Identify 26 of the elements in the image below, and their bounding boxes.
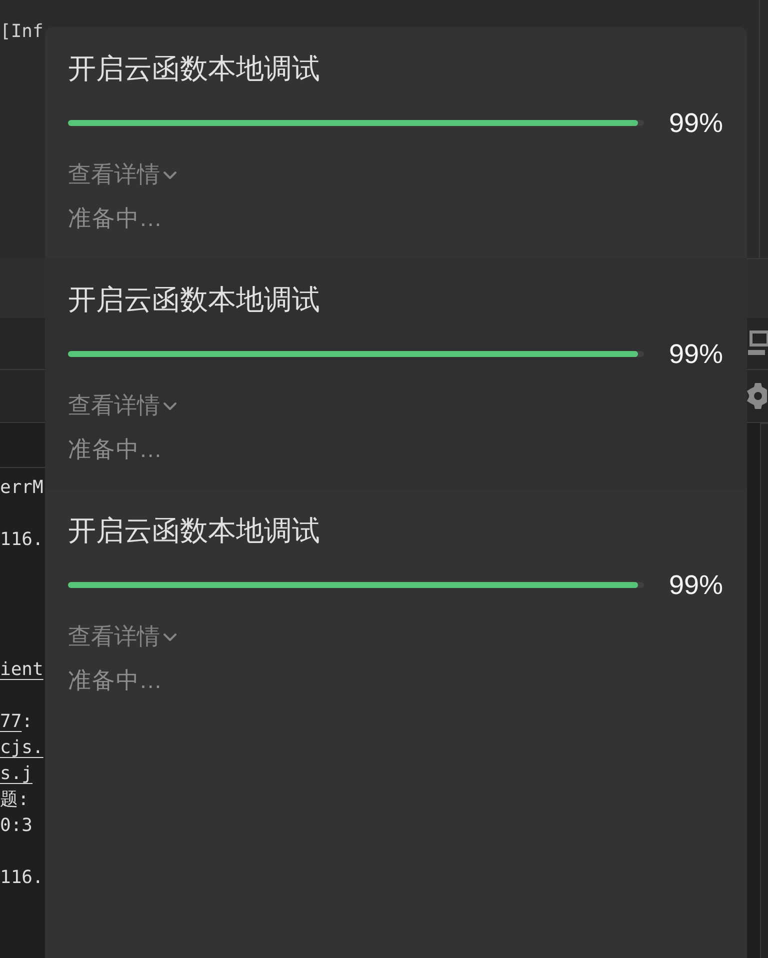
task-status: 准备中... xyxy=(68,666,162,695)
console-text: 116. xyxy=(0,528,44,552)
code-line: [Inf xyxy=(0,20,44,44)
task-status: 准备中... xyxy=(68,204,162,233)
file-link[interactable]: ient xyxy=(0,657,44,683)
details-toggle[interactable]: 查看详情 xyxy=(68,389,177,421)
file-link[interactable]: 77 xyxy=(0,709,22,735)
task-title: 开启云函数本地调试 xyxy=(68,514,320,548)
console-text: : xyxy=(22,710,33,734)
console-text: 0:3 xyxy=(0,814,33,838)
progress-percent: 99% xyxy=(668,107,723,140)
chevron-down-icon xyxy=(163,633,177,642)
chevron-down-icon xyxy=(163,171,177,180)
chevron-down-icon xyxy=(163,402,177,411)
progress-percent: 99% xyxy=(668,569,723,602)
task-title: 开启云函数本地调试 xyxy=(68,283,320,317)
task-title: 开启云函数本地调试 xyxy=(68,52,320,86)
file-link[interactable]: s.j xyxy=(0,761,33,787)
progress-percent: 99% xyxy=(668,338,723,371)
task-status: 准备中... xyxy=(68,435,162,464)
file-link[interactable]: cjs. xyxy=(0,735,44,761)
console-text: 116. xyxy=(0,866,44,890)
monitor-icon[interactable] xyxy=(748,330,768,358)
console-text: errM xyxy=(0,476,44,500)
console-text: 题: xyxy=(0,788,29,812)
gear-icon[interactable] xyxy=(747,381,767,411)
